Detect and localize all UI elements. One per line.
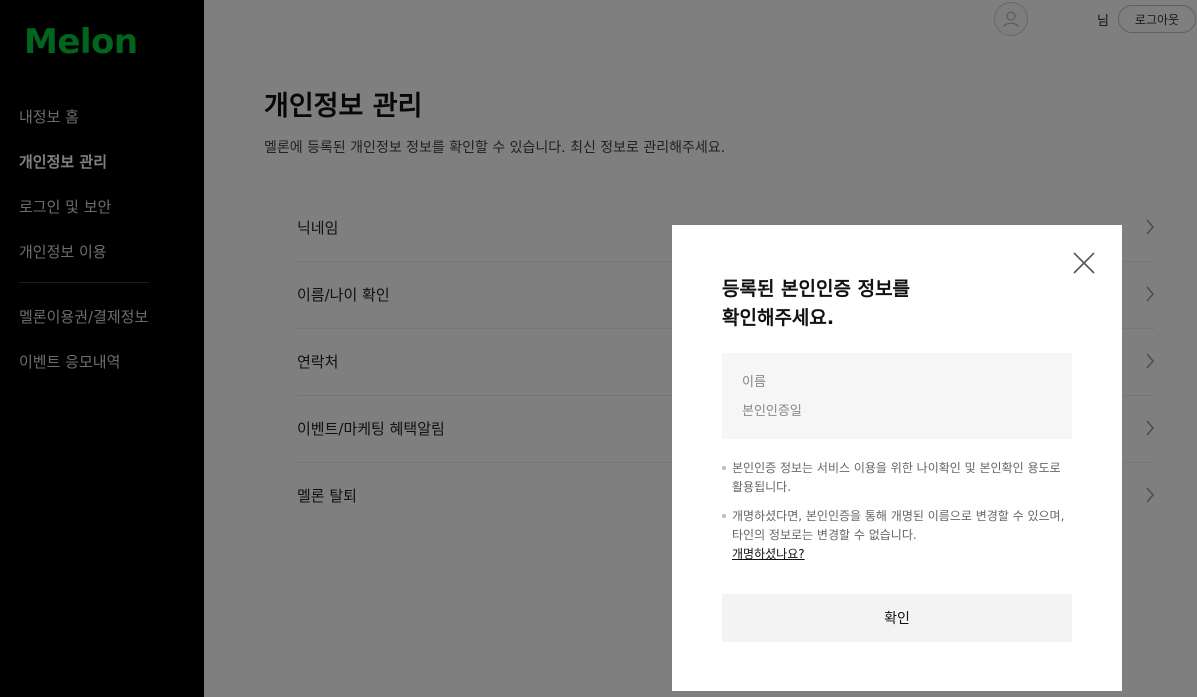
notice-item: 개명하셨다면, 본인인증을 통해 개명된 이름으로 변경할 수 있으며, 타인의… <box>722 507 1072 564</box>
notice-item: 본인인증 정보는 서비스 이용을 위한 나이확인 및 본인확인 용도로 활용됩니… <box>722 459 1072 497</box>
name-label: 이름 <box>742 375 766 390</box>
close-icon[interactable] <box>1072 251 1096 275</box>
notice-list: 본인인증 정보는 서비스 이용을 위한 나이확인 및 본인확인 용도로 활용됩니… <box>722 459 1072 574</box>
modal-title-line2: 확인해주세요. <box>722 307 835 329</box>
confirm-button[interactable]: 확인 <box>722 594 1072 642</box>
verification-date-label: 본인인증일 <box>742 404 802 419</box>
modal-title: 등록된 본인인증 정보를 확인해주세요. <box>722 275 1042 333</box>
notice-text: 개명하셨다면, 본인인증을 통해 개명된 이름으로 변경할 수 있으며, 타인의… <box>732 509 1065 542</box>
identity-verification-modal: 등록된 본인인증 정보를 확인해주세요. 이름 본인인증일 본인인증 정보는 서… <box>672 225 1122 691</box>
modal-title-line1: 등록된 본인인증 정보를 <box>722 278 911 300</box>
verification-info-box: 이름 본인인증일 <box>722 353 1072 439</box>
notice-text: 본인인증 정보는 서비스 이용을 위한 나이확인 및 본인확인 용도로 활용됩니… <box>732 461 1061 494</box>
name-change-link[interactable]: 개명하셨나요? <box>732 545 805 564</box>
